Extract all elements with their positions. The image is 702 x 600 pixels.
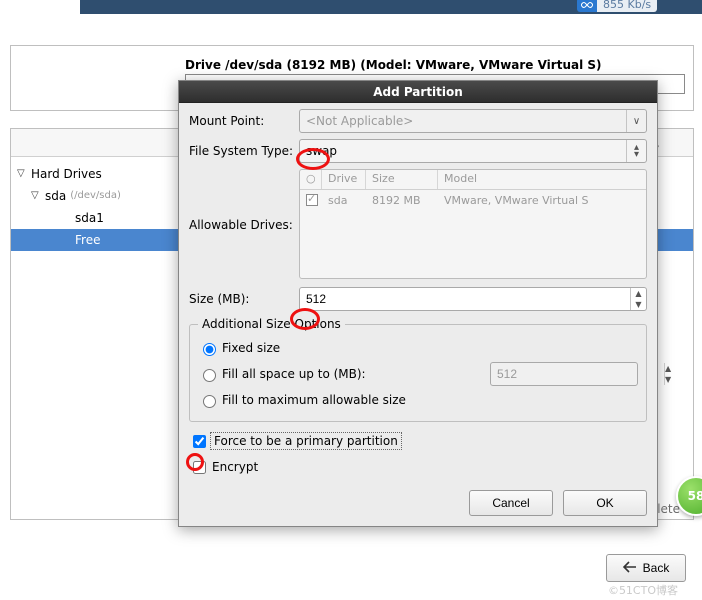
window-top-strip: 855 Kb/s [80,0,702,14]
radio-fixed[interactable] [203,343,216,356]
radio-fill-upto-label: Fill all space up to (MB): [222,367,366,381]
radio-fill-max-label: Fill to maximum allowable size [222,393,406,407]
spinner-updown-icon[interactable]: ▴▾ [626,140,646,162]
add-partition-dialog: Add Partition Mount Point: <Not Applicab… [178,80,658,527]
back-button[interactable]: Back [606,554,686,582]
fs-type-combo[interactable]: swap ▴▾ [299,139,647,163]
watermark: ©51CTO博客 [608,582,678,598]
row-size: 8192 MB [372,194,444,209]
size-spin[interactable]: ▲ ▼ [299,287,647,311]
drive-checkbox [306,194,318,206]
allowable-drives-label: Allowable Drives: [189,218,299,232]
check-encrypt-label: Encrypt [212,460,258,474]
size-input[interactable] [300,288,630,310]
chevron-down-icon: ∨ [626,110,646,132]
back-label: Back [643,561,670,575]
check-primary-label: Force to be a primary partition [212,434,400,448]
speed-badge: 855 Kb/s [577,0,657,12]
additional-size-options: Additional Size Options Fixed size Fill … [189,317,647,422]
radio-fill-max[interactable] [203,395,216,408]
additional-legend: Additional Size Options [198,317,345,331]
mount-point-value: <Not Applicable> [300,114,626,128]
expander-icon[interactable]: ▽ [17,163,29,185]
radio-fixed-row[interactable]: Fixed size [198,335,638,361]
infinity-icon [577,0,597,12]
drives-table-header: ○ Drive Size Model [300,170,646,190]
spin-down-icon: ▼ [665,374,671,385]
radio-fixed-label: Fixed size [222,341,280,355]
ok-button[interactable]: OK [563,490,647,516]
spin-down-icon[interactable]: ▼ [631,299,646,310]
row-drive: sda [328,194,372,209]
arrow-left-icon [623,561,637,576]
expander-icon[interactable]: ▽ [31,185,43,207]
fs-type-value: swap [300,144,626,158]
spin-up-icon[interactable]: ▲ [631,288,646,299]
col-check[interactable]: ○ [300,170,322,189]
col-drive[interactable]: Drive [322,170,366,189]
radio-fill-upto[interactable] [203,369,216,382]
row-model: VMware, VMware Virtual S [444,194,640,209]
check-primary[interactable] [193,435,206,448]
tree-hint: (/dev/sda) [70,185,121,207]
fill-upto-spin: ▲ ▼ [490,362,638,386]
fill-upto-input [491,363,658,385]
fs-type-label: File System Type: [189,144,299,158]
tree-label: Free [75,229,100,251]
col-model[interactable]: Model [438,170,646,189]
drive-header-label: Drive /dev/sda (8192 MB) (Model: VMware,… [185,58,602,72]
tree-label: sda [45,185,66,207]
speed-value: 855 Kb/s [597,0,657,12]
check-encrypt-row[interactable]: Encrypt [189,454,647,480]
check-encrypt[interactable] [193,461,206,474]
spin-up-icon: ▲ [665,363,671,374]
badge-value: 58 [688,489,702,503]
tree-label: Hard Drives [31,163,102,185]
check-primary-row[interactable]: Force to be a primary partition [189,428,647,454]
size-label: Size (MB): [189,292,299,306]
table-row: sda 8192 MB VMware, VMware Virtual S [300,190,646,213]
mount-point-label: Mount Point: [189,114,299,128]
radio-fill-max-row[interactable]: Fill to maximum allowable size [198,387,638,413]
allowable-drives-table: ○ Drive Size Model sda 8192 MB VMware, V… [299,169,647,279]
radio-fill-upto-row[interactable]: Fill all space up to (MB): ▲ ▼ [198,361,638,387]
cancel-button[interactable]: Cancel [469,490,553,516]
tree-label: sda1 [75,207,104,229]
col-size[interactable]: Size [366,170,438,189]
delete-button-stub: lete [657,502,680,516]
dialog-title: Add Partition [179,81,657,103]
mount-point-combo: <Not Applicable> ∨ [299,109,647,133]
